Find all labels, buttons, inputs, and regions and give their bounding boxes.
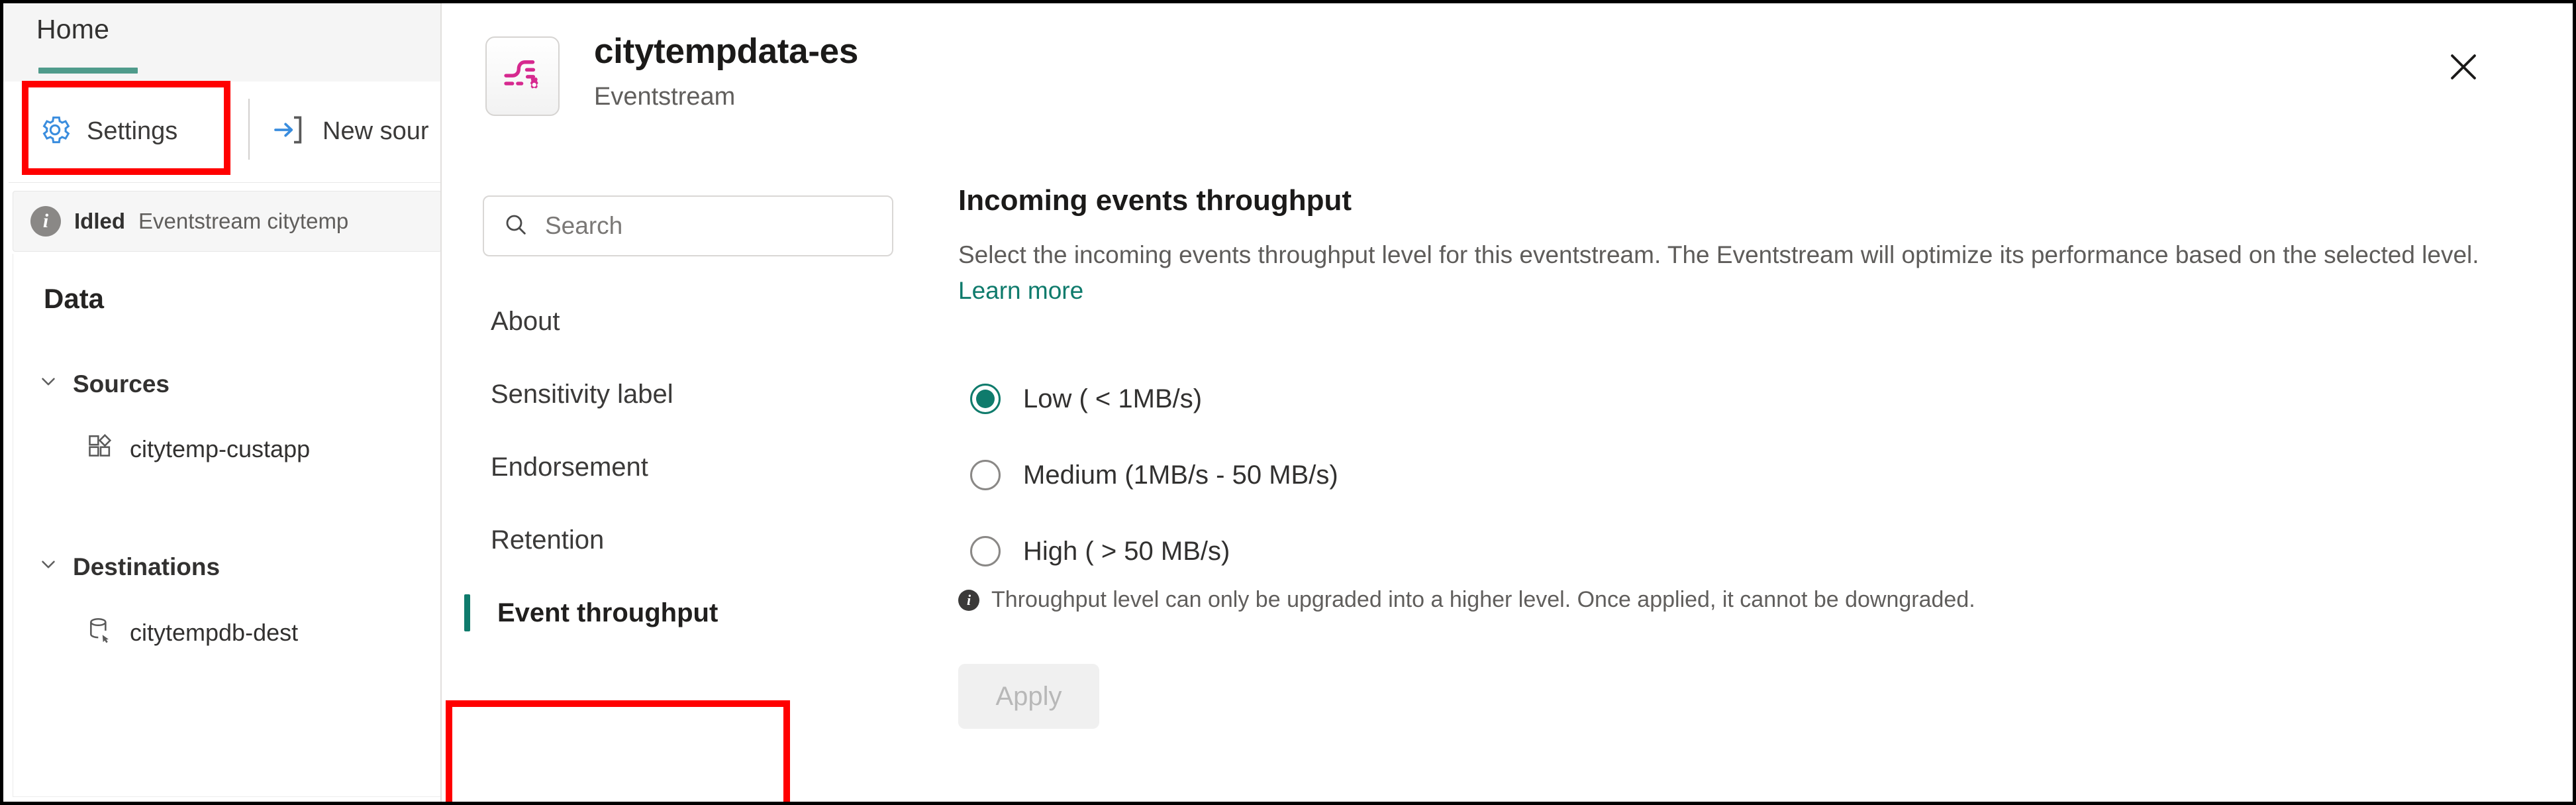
- data-tree-panel: Data Sources citytemp-custapp Destinatio…: [13, 254, 440, 797]
- tree-group-destinations[interactable]: Destinations: [37, 553, 220, 581]
- sidebar-item-label: Event throughput: [497, 598, 718, 627]
- tree-group-sources[interactable]: Sources: [37, 370, 170, 398]
- new-source-button-label: New sour: [322, 117, 429, 145]
- status-state: Idled: [74, 209, 126, 233]
- sidebar-item-event-throughput[interactable]: Event throughput: [442, 576, 958, 649]
- sidebar-item-label: About: [491, 306, 560, 336]
- tree-item-citytempdb-dest[interactable]: citytempdb-dest: [86, 615, 298, 650]
- close-button[interactable]: [2432, 36, 2495, 100]
- radio-option-high[interactable]: High ( > 50 MB/s): [970, 522, 1338, 580]
- throughput-note-text: Throughput level can only be upgraded in…: [991, 587, 1975, 612]
- ribbon-tab-strip: Home: [3, 3, 440, 81]
- sidebar-item-endorsement[interactable]: Endorsement: [442, 431, 958, 504]
- search-input[interactable]: [544, 211, 848, 241]
- page-subtitle: Eventstream: [594, 83, 736, 111]
- status-message: Eventstream citytemp: [138, 209, 349, 233]
- sidebar-item-label: Sensitivity label: [491, 379, 673, 409]
- new-source-button[interactable]: New sour: [271, 95, 429, 168]
- screenshot-root: Home Settings New sour i Idled Eventstre…: [0, 0, 2576, 805]
- info-circle-icon: i: [30, 206, 61, 237]
- radio-option-label: Medium (1MB/s - 50 MB/s): [1023, 460, 1338, 490]
- settings-button[interactable]: Settings: [28, 95, 187, 168]
- radio-option-medium[interactable]: Medium (1MB/s - 50 MB/s): [970, 446, 1338, 504]
- radio-mark-icon: [970, 460, 1001, 490]
- panel-header: citytempdata-es Eventstream: [442, 3, 2574, 166]
- search-box[interactable]: [483, 195, 893, 256]
- eventstream-icon: [485, 36, 560, 116]
- tree-group-destinations-label: Destinations: [73, 553, 221, 580]
- chevron-down-icon: [37, 370, 60, 398]
- radio-mark-icon: [970, 536, 1001, 566]
- settings-flyout-panel: citytempdata-es Eventstream Search About…: [440, 3, 2573, 802]
- sidebar-item-label: Retention: [491, 525, 605, 555]
- frame-border-left: [0, 0, 3, 805]
- frame-border-top: [0, 0, 2576, 3]
- toolbar-divider: [248, 99, 250, 160]
- throughput-note: i Throughput level can only be upgraded …: [958, 587, 1975, 613]
- sidebar-item-about[interactable]: About: [442, 285, 958, 358]
- section-description-text: Select the incoming events throughput le…: [958, 241, 2479, 268]
- settings-nav-list: About Sensitivity label Endorsement Rete…: [442, 285, 958, 649]
- ribbon-command-bar: Settings New sour: [9, 81, 440, 182]
- tree-item-label: citytemp-custapp: [130, 435, 311, 462]
- section-description: Select the incoming events throughput le…: [958, 237, 2488, 309]
- chevron-down-icon: [37, 553, 60, 581]
- learn-more-link[interactable]: Learn more: [958, 277, 1083, 304]
- throughput-radio-group: Low ( < 1MB/s) Medium (1MB/s - 50 MB/s) …: [970, 370, 1338, 598]
- arrow-into-bracket-icon: [271, 111, 308, 152]
- tree-item-label: citytempdb-dest: [130, 618, 299, 646]
- database-destination-icon: [86, 615, 115, 650]
- page-title: citytempdata-es: [594, 32, 859, 71]
- radio-option-label: High ( > 50 MB/s): [1023, 536, 1230, 566]
- radio-option-label: Low ( < 1MB/s): [1023, 384, 1203, 413]
- section-heading: Incoming events throughput: [958, 184, 1352, 217]
- background-app: Home Settings New sour i Idled Eventstre…: [3, 3, 440, 802]
- status-bar: i Idled Eventstream citytemp: [13, 191, 440, 252]
- radio-mark-icon: [970, 384, 1001, 414]
- close-icon: [2444, 48, 2483, 89]
- frame-border-bottom: [0, 802, 2576, 805]
- tree-group-sources-label: Sources: [73, 370, 170, 398]
- data-tree-title: Data: [44, 283, 105, 314]
- selection-indicator: [464, 594, 470, 631]
- frame-border-right: [2573, 0, 2576, 805]
- settings-button-label: Settings: [87, 117, 178, 145]
- sidebar-item-retention[interactable]: Retention: [442, 504, 958, 576]
- radio-option-low[interactable]: Low ( < 1MB/s): [970, 370, 1338, 428]
- info-icon: i: [958, 589, 979, 611]
- custom-app-icon: [86, 431, 115, 466]
- search-icon: [503, 211, 529, 241]
- panel-main-content: Incoming events throughput Select the in…: [958, 166, 2574, 802]
- tab-home-underline: [38, 68, 138, 74]
- sidebar-item-sensitivity-label[interactable]: Sensitivity label: [442, 358, 958, 431]
- tab-home[interactable]: Home: [36, 14, 109, 45]
- gear-icon: [38, 113, 72, 150]
- tree-item-citytemp-custapp[interactable]: citytemp-custapp: [86, 431, 310, 466]
- sidebar-item-label: Endorsement: [491, 452, 648, 482]
- apply-button[interactable]: Apply: [958, 664, 1099, 729]
- panel-nav: About Sensitivity label Endorsement Rete…: [442, 166, 958, 802]
